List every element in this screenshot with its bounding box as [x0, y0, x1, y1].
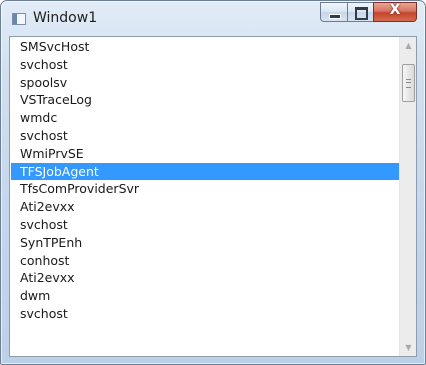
scrollbar-thumb[interactable]: [402, 64, 415, 102]
list-item[interactable]: Ati2evxx: [11, 269, 399, 287]
scroll-down-arrow-icon[interactable]: ▼: [400, 339, 417, 356]
list-item[interactable]: svchost: [11, 216, 399, 234]
list-item[interactable]: svchost: [11, 56, 399, 74]
list-item[interactable]: svchost: [11, 305, 399, 323]
list-item[interactable]: VSTraceLog: [11, 91, 399, 109]
list-item[interactable]: Ati2evxx: [11, 198, 399, 216]
list-item[interactable]: conhost: [11, 252, 399, 270]
minimize-icon: [329, 14, 341, 19]
list-item[interactable]: spoolsv: [11, 74, 399, 92]
list-item[interactable]: WmiPrvSE: [11, 145, 399, 163]
window-title: Window1: [33, 10, 98, 26]
scroll-grip-icon: [406, 79, 411, 88]
list-item[interactable]: wmdc: [11, 109, 399, 127]
main-window: Window1 X SMSvcHost svchost spoolsv VSTrace…: [0, 0, 426, 365]
scroll-up-arrow-icon[interactable]: ▲: [400, 37, 417, 54]
caption-buttons: X: [320, 2, 417, 22]
window-app-icon: [12, 13, 26, 25]
list-item[interactable]: svchost: [11, 127, 399, 145]
process-listbox[interactable]: SMSvcHost svchost spoolsv VSTraceLog wmdc svc…: [11, 38, 399, 355]
list-item[interactable]: SynTPEnh: [11, 234, 399, 252]
list-item[interactable]: SMSvcHost: [11, 38, 399, 56]
maximize-icon: [355, 7, 368, 20]
list-item-selected[interactable]: TFSJobAgent: [11, 162, 399, 181]
minimize-button[interactable]: [320, 2, 347, 22]
maximize-button[interactable]: [347, 2, 373, 22]
list-item[interactable]: TfsComProviderSvr: [11, 180, 399, 198]
close-button[interactable]: X: [373, 2, 417, 22]
process-listbox-container: SMSvcHost svchost spoolsv VSTraceLog wmdc svc…: [9, 36, 417, 357]
close-icon: X: [389, 2, 401, 18]
vertical-scrollbar[interactable]: ▲ ▼: [399, 37, 416, 356]
title-bar[interactable]: Window1 X: [1, 1, 425, 35]
list-item[interactable]: dwm: [11, 287, 399, 305]
